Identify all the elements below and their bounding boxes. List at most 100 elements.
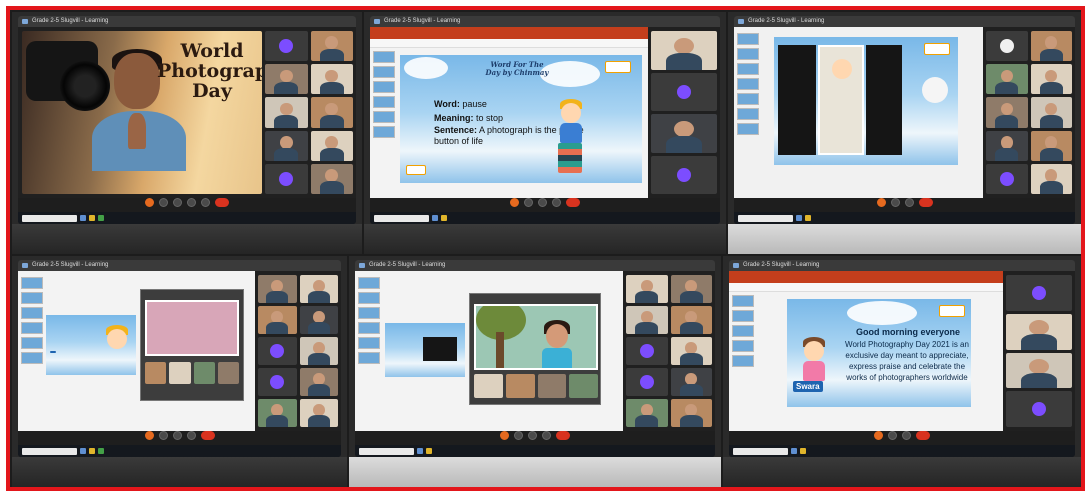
camera-button[interactable]	[158, 431, 168, 440]
more-button[interactable]	[201, 198, 210, 207]
participant-tile[interactable]	[651, 155, 717, 194]
film-frame[interactable]	[505, 374, 535, 398]
participant-tile[interactable]	[626, 337, 668, 365]
folder-icon[interactable]	[805, 215, 811, 221]
app-icon[interactable]	[98, 448, 104, 454]
taskbar-search[interactable]	[733, 447, 788, 455]
mic-button[interactable]	[500, 431, 509, 440]
app-icon[interactable]	[98, 215, 104, 221]
participant-tile[interactable]	[258, 306, 297, 334]
participant-tile[interactable]	[310, 163, 353, 194]
participant-tile[interactable]	[310, 130, 353, 161]
browser-icon[interactable]	[791, 448, 797, 454]
participant-tile[interactable]	[670, 399, 712, 427]
participant-tile[interactable]	[1030, 130, 1072, 161]
participant-tile[interactable]	[310, 31, 353, 62]
camera-button[interactable]	[159, 198, 168, 207]
camera-button[interactable]	[524, 198, 533, 207]
camera-button[interactable]	[514, 431, 523, 440]
participant-tile[interactable]	[986, 64, 1028, 95]
participant-tile[interactable]	[299, 275, 338, 303]
mic-button[interactable]	[145, 198, 154, 207]
browser-icon[interactable]	[417, 448, 423, 454]
film-frame[interactable]	[193, 362, 215, 384]
camera-button[interactable]	[888, 431, 897, 440]
share-button[interactable]	[538, 198, 547, 207]
mic-button[interactable]	[876, 198, 886, 207]
participant-tile[interactable]	[265, 130, 308, 161]
film-frame[interactable]	[169, 362, 191, 384]
participant-tile[interactable]	[626, 306, 668, 334]
participant-tile[interactable]	[265, 31, 308, 62]
mic-button[interactable]	[144, 431, 154, 440]
film-frame[interactable]	[474, 374, 503, 398]
leave-call-button[interactable]	[200, 431, 215, 440]
participant-tile[interactable]	[651, 114, 717, 153]
participant-tile[interactable]	[299, 368, 338, 396]
folder-icon[interactable]	[89, 448, 95, 454]
slide-thumbnails[interactable]	[373, 51, 395, 194]
mic-button[interactable]	[510, 198, 519, 207]
participant-tile[interactable]	[265, 64, 308, 95]
participant-tile[interactable]	[299, 399, 338, 427]
slide-thumbnails[interactable]	[732, 295, 754, 427]
participant-tile[interactable]	[626, 399, 668, 427]
participant-tile[interactable]	[986, 163, 1028, 194]
leave-call-button[interactable]	[918, 198, 933, 207]
participant-tile[interactable]	[986, 31, 1028, 62]
participant-tile[interactable]	[626, 275, 668, 303]
leave-call-button[interactable]	[556, 431, 570, 440]
slide-thumbnails[interactable]	[737, 33, 759, 194]
participant-tile[interactable]	[258, 399, 297, 427]
browser-icon[interactable]	[432, 215, 438, 221]
participant-tile[interactable]	[265, 163, 308, 194]
share-button[interactable]	[172, 431, 182, 440]
participant-tile[interactable]	[670, 306, 712, 334]
folder-icon[interactable]	[800, 448, 806, 454]
folder-icon[interactable]	[426, 448, 432, 454]
participant-tile[interactable]	[1030, 163, 1072, 194]
slide-thumbnails[interactable]	[358, 277, 380, 427]
film-frame[interactable]	[569, 374, 598, 398]
taskbar-search[interactable]	[738, 214, 793, 222]
film-frame[interactable]	[145, 362, 167, 384]
participant-tile[interactable]	[1030, 64, 1072, 95]
participant-tile[interactable]	[986, 97, 1028, 128]
participant-tile[interactable]	[265, 97, 308, 128]
taskbar-search[interactable]	[374, 214, 429, 222]
participant-tile[interactable]	[299, 306, 338, 334]
share-button[interactable]	[902, 431, 911, 440]
slide-thumbnails[interactable]	[21, 277, 43, 427]
share-button[interactable]	[904, 198, 914, 207]
mic-button[interactable]	[874, 431, 883, 440]
participant-tile[interactable]	[670, 368, 712, 396]
chat-button[interactable]	[552, 198, 561, 207]
film-frame[interactable]	[217, 362, 239, 384]
participant-tile[interactable]	[1030, 97, 1072, 128]
leave-call-button[interactable]	[566, 198, 580, 207]
film-frame[interactable]	[537, 374, 567, 398]
leave-call-button[interactable]	[916, 431, 930, 440]
chat-button[interactable]	[186, 431, 196, 440]
participant-tile[interactable]	[310, 97, 353, 128]
share-button[interactable]	[173, 198, 182, 207]
participant-tile[interactable]	[670, 337, 712, 365]
participant-tile[interactable]	[670, 275, 712, 303]
participant-tile[interactable]	[258, 368, 297, 396]
participant-tile[interactable]	[626, 368, 668, 396]
browser-icon[interactable]	[80, 448, 86, 454]
folder-icon[interactable]	[441, 215, 447, 221]
share-button[interactable]	[528, 431, 537, 440]
participant-tile[interactable]	[1006, 275, 1072, 311]
taskbar-search[interactable]	[22, 447, 77, 455]
participant-tile[interactable]	[258, 275, 297, 303]
participant-tile[interactable]	[986, 130, 1028, 161]
taskbar-search[interactable]	[22, 214, 77, 222]
leave-call-button[interactable]	[215, 198, 229, 207]
browser-icon[interactable]	[80, 215, 86, 221]
chat-button[interactable]	[187, 198, 196, 207]
participant-tile[interactable]	[258, 337, 297, 365]
participant-tile[interactable]	[1006, 391, 1072, 427]
taskbar-search[interactable]	[359, 447, 414, 455]
browser-icon[interactable]	[796, 215, 802, 221]
